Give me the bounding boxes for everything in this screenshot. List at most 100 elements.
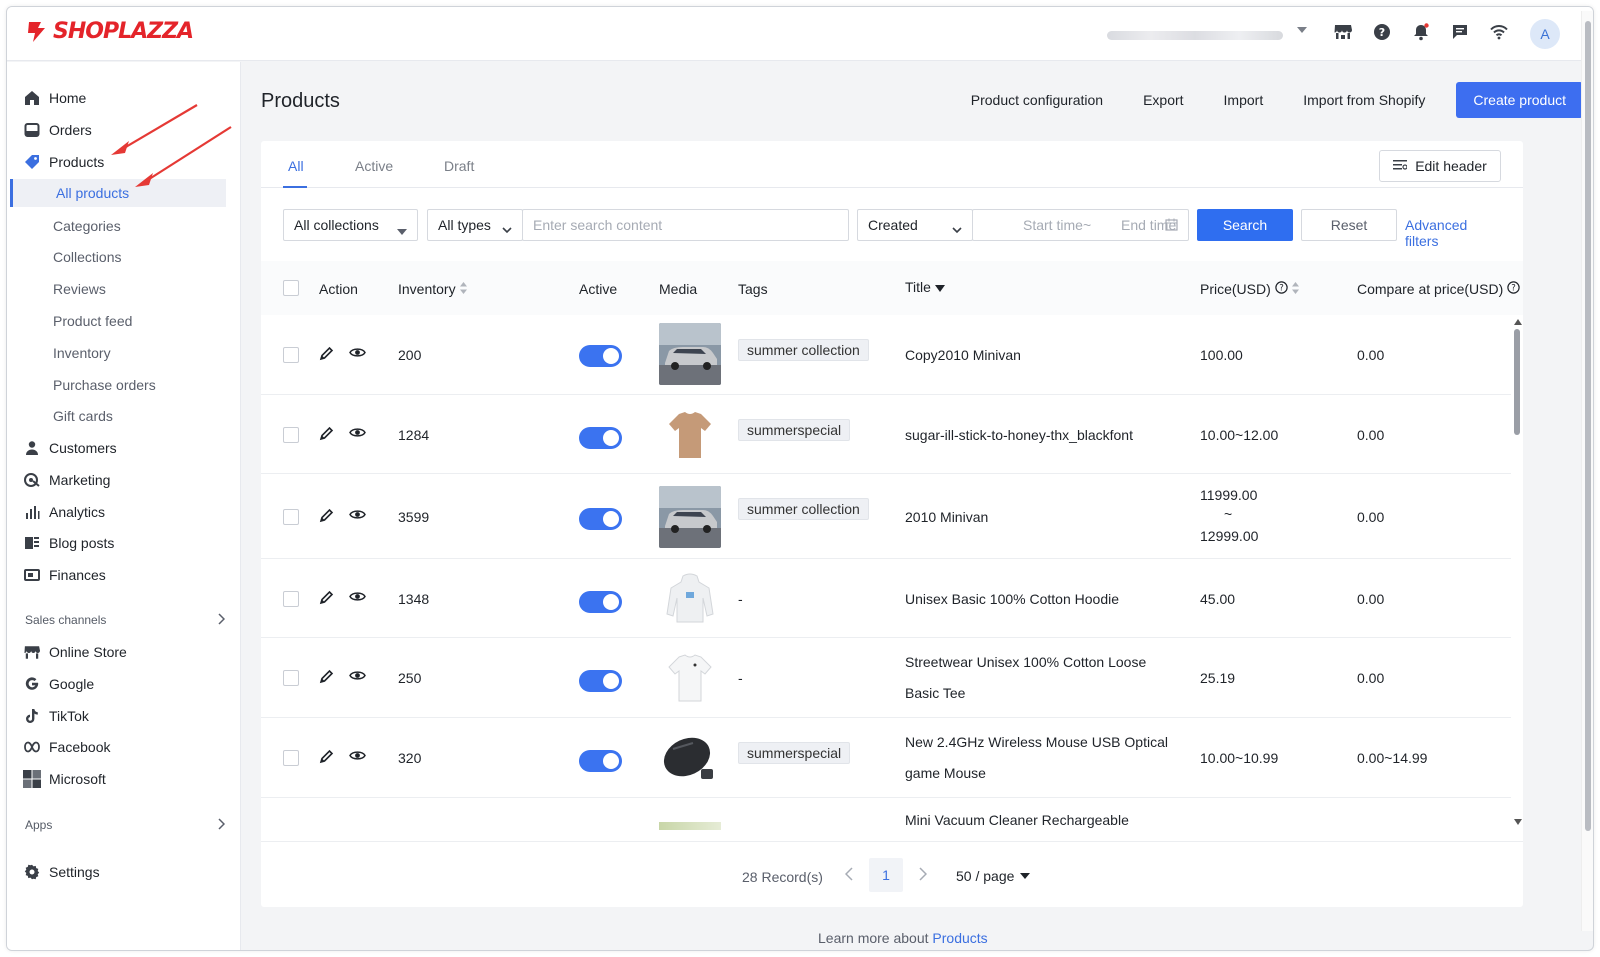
row-checkbox[interactable]	[283, 427, 299, 443]
product-thumbnail[interactable]	[659, 486, 721, 548]
sidebar-item-microsoft[interactable]: Microsoft	[7, 765, 241, 793]
preview-eye-icon[interactable]	[349, 590, 366, 606]
product-title[interactable]: sugar-ill-stick-to-honey-thx_blackfont	[905, 427, 1133, 443]
product-thumbnail[interactable]	[659, 404, 721, 466]
sidebar-item-marketing[interactable]: Marketing	[7, 466, 241, 494]
types-select[interactable]: All types	[427, 209, 523, 241]
active-toggle[interactable]	[579, 670, 622, 692]
start-time-input[interactable]: Start time	[1023, 217, 1083, 233]
wifi-icon[interactable]	[1488, 21, 1510, 43]
product-title[interactable]: Copy2010 Minivan	[905, 347, 1021, 363]
product-thumbnail[interactable]	[659, 727, 721, 789]
sidebar-sub-collections[interactable]: Collections	[7, 243, 241, 271]
sidebar-item-home[interactable]: Home	[7, 84, 241, 112]
edit-icon[interactable]	[319, 669, 334, 687]
chat-icon[interactable]	[1449, 21, 1471, 43]
learn-more-products-link[interactable]: Products	[932, 930, 987, 946]
bell-icon[interactable]	[1410, 21, 1432, 43]
column-title[interactable]: Title	[905, 279, 945, 295]
preview-eye-icon[interactable]	[349, 669, 366, 685]
edit-icon[interactable]	[319, 749, 334, 767]
sidebar-item-blog-posts[interactable]: Blog posts	[7, 529, 241, 557]
edit-icon[interactable]	[319, 426, 334, 444]
edit-icon[interactable]	[319, 590, 334, 608]
select-all-checkbox[interactable]	[283, 280, 299, 296]
page-scroll-thumb[interactable]	[1585, 21, 1591, 831]
next-page-icon[interactable]	[919, 867, 928, 884]
prev-page-icon[interactable]	[844, 867, 853, 884]
product-title[interactable]: Unisex Basic 100% Cotton Hoodie	[905, 591, 1119, 607]
brand-logo[interactable]: SHOPLAZZA	[25, 19, 194, 44]
vertical-scroll-thumb[interactable]	[1514, 329, 1520, 435]
sidebar-sub-product-feed[interactable]: Product feed	[7, 307, 241, 335]
active-toggle[interactable]	[579, 345, 622, 367]
sort-desc-icon[interactable]	[934, 279, 945, 295]
preview-eye-icon[interactable]	[349, 508, 366, 524]
avatar[interactable]: A	[1530, 19, 1560, 49]
sidebar-item-tiktok[interactable]: TikTok	[7, 702, 241, 730]
sidebar-sub-reviews[interactable]: Reviews	[7, 275, 241, 303]
tab-all[interactable]: All	[288, 158, 304, 174]
sidebar-sub-purchase-orders[interactable]: Purchase orders	[7, 371, 241, 399]
sidebar-sub-categories[interactable]: Categories	[7, 212, 241, 240]
page-scrollbar[interactable]	[1581, 11, 1593, 931]
sidebar-item-facebook[interactable]: Facebook	[7, 733, 241, 761]
product-configuration-button[interactable]: Product configuration	[971, 92, 1103, 108]
edit-icon[interactable]	[319, 346, 334, 364]
scroll-up-icon[interactable]	[1514, 319, 1522, 325]
column-price[interactable]: Price(USD)?	[1200, 281, 1299, 297]
sidebar-item-settings[interactable]: Settings	[7, 858, 241, 886]
vertical-scrollbar[interactable]	[1513, 319, 1522, 829]
collections-select[interactable]: All collections	[283, 209, 418, 241]
help-circle-icon[interactable]: ?	[1507, 281, 1520, 297]
product-title[interactable]: 2010 Minivan	[905, 509, 988, 525]
export-button[interactable]: Export	[1143, 92, 1183, 108]
sidebar-item-analytics[interactable]: Analytics	[7, 498, 241, 526]
edit-header-button[interactable]: Edit header	[1379, 150, 1501, 182]
active-toggle[interactable]	[579, 427, 622, 449]
sidebar-sub-inventory[interactable]: Inventory	[7, 339, 241, 367]
search-button[interactable]: Search	[1197, 209, 1293, 241]
tab-active[interactable]: Active	[355, 158, 393, 174]
sidebar-item-products[interactable]: Products	[7, 148, 241, 176]
search-input[interactable]: Enter search content	[522, 209, 849, 241]
product-title[interactable]: Streetwear Unisex 100% Cotton Loose Basi…	[905, 647, 1175, 709]
product-title[interactable]: New 2.4GHz Wireless Mouse USB Optical ga…	[905, 727, 1175, 789]
apps-header[interactable]: Apps	[25, 815, 226, 835]
sort-icon[interactable]	[1291, 281, 1299, 297]
reset-button[interactable]: Reset	[1301, 209, 1397, 241]
active-toggle[interactable]	[579, 591, 622, 613]
preview-eye-icon[interactable]	[349, 749, 366, 765]
help-icon[interactable]: ?	[1371, 21, 1393, 43]
preview-eye-icon[interactable]	[349, 346, 366, 362]
sort-icon[interactable]	[459, 281, 467, 297]
product-thumbnail[interactable]	[659, 323, 721, 385]
date-range-picker[interactable]: Start time ~ End time	[972, 209, 1189, 241]
import-from-shopify-button[interactable]: Import from Shopify	[1303, 92, 1425, 108]
store-selector[interactable]	[1107, 27, 1307, 41]
product-thumbnail[interactable]	[659, 568, 721, 630]
preview-eye-icon[interactable]	[349, 426, 366, 442]
advanced-filters-link[interactable]: Advanced filters	[1405, 217, 1501, 249]
column-inventory[interactable]: Inventory	[398, 281, 467, 297]
product-title[interactable]: Mini Vacuum Cleaner Rechargeable	[905, 812, 1129, 828]
store-icon[interactable]	[1332, 21, 1354, 43]
product-thumbnail[interactable]	[659, 647, 721, 709]
row-checkbox[interactable]	[283, 750, 299, 766]
row-checkbox[interactable]	[283, 591, 299, 607]
page-number-current[interactable]: 1	[869, 858, 903, 892]
tab-draft[interactable]: Draft	[444, 158, 474, 174]
sidebar-item-finances[interactable]: Finances	[7, 561, 241, 589]
active-toggle[interactable]	[579, 750, 622, 772]
row-checkbox[interactable]	[283, 509, 299, 525]
import-button[interactable]: Import	[1224, 92, 1264, 108]
sales-channels-header[interactable]: Sales channels	[25, 610, 226, 630]
sidebar-sub-gift-cards[interactable]: Gift cards	[7, 402, 241, 430]
page-size-select[interactable]: 50 / page	[956, 868, 1031, 884]
column-compare-at-price[interactable]: Compare at price(USD)?	[1357, 281, 1523, 297]
row-checkbox[interactable]	[283, 670, 299, 686]
row-checkbox[interactable]	[283, 347, 299, 363]
sidebar-sub-all-products[interactable]: All products	[10, 179, 226, 207]
active-toggle[interactable]	[579, 508, 622, 530]
edit-icon[interactable]	[319, 508, 334, 526]
